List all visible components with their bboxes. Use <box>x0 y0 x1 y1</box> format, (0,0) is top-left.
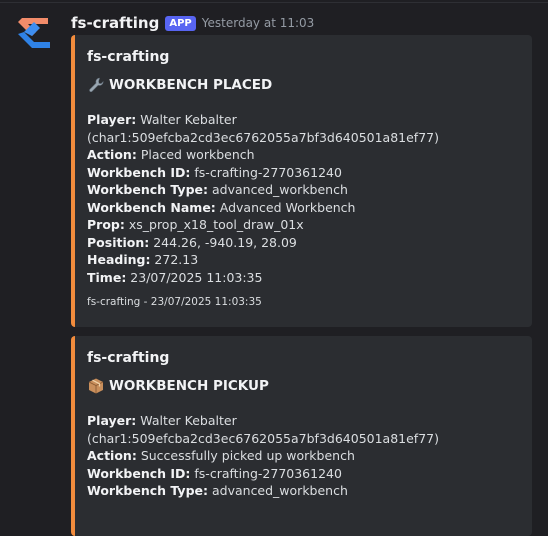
embed-title-text: WORKBENCH PICKUP <box>109 378 269 394</box>
field-row: Player: Walter Kebalter <box>87 412 520 430</box>
field-label: Workbench ID: <box>87 465 191 481</box>
top-divider <box>0 2 548 3</box>
field-row: (char1:509efcba2cd3ec6762055a7bf3d640501… <box>87 430 520 448</box>
field-value: fs-crafting-2770361240 <box>190 164 342 180</box>
field-label: Position: <box>87 234 150 250</box>
field-value: (char1:509efcba2cd3ec6762055a7bf3d640501… <box>87 430 439 446</box>
field-label: Action: <box>87 448 137 463</box>
field-label: Prop: <box>87 217 125 232</box>
field-label: Player: <box>87 112 137 127</box>
field-row: Workbench Type: advanced_workbench <box>87 181 520 199</box>
avatar-bottom-chevron <box>18 32 50 48</box>
embed-author: fs-crafting <box>87 49 170 65</box>
embed-title-text: WORKBENCH PLACED <box>109 77 273 93</box>
field-label: Heading: <box>87 252 151 267</box>
bot-avatar[interactable] <box>14 14 54 54</box>
embed-workbench-pickup: fs-crafting WORKBENCH PICKUP Player: Wal… <box>71 336 532 536</box>
field-row: Player: Walter Kebalter <box>87 111 520 129</box>
field-value: Walter Kebalter <box>136 413 237 428</box>
embed-footer: fs-crafting - 23/07/2025 11:03:35 <box>87 296 262 308</box>
field-label: Action: <box>87 147 137 162</box>
field-value: xs_prop_x18_tool_draw_01x <box>124 217 304 232</box>
field-row: Workbench Type: advanced_workbench <box>87 482 520 500</box>
field-value: advanced_workbench <box>208 483 348 498</box>
field-value: Advanced Workbench <box>215 199 356 215</box>
wrench-icon <box>89 77 104 92</box>
field-value: (char1:509efcba2cd3ec6762055a7bf3d640501… <box>87 129 439 145</box>
app-badge: APP <box>165 15 196 31</box>
embed-author: fs-crafting <box>87 350 170 366</box>
field-value: fs-crafting-2770361240 <box>190 465 342 481</box>
field-label: Workbench Type: <box>87 483 209 498</box>
message-author[interactable]: fs-crafting <box>71 14 159 32</box>
field-row: Action: Placed workbench <box>87 146 520 164</box>
field-value: Successfully picked up workbench <box>136 448 355 463</box>
field-label: Workbench Type: <box>87 182 209 197</box>
field-value: Walter Kebalter <box>136 112 237 127</box>
embed-fields: Player: Walter Kebalter (char1:509efcba2… <box>87 412 520 500</box>
field-value: advanced_workbench <box>208 182 348 197</box>
package-icon <box>88 378 104 394</box>
field-value: 244.26, -940.19, 28.09 <box>149 234 297 250</box>
message-header: fs-crafting APP Yesterday at 11:03 <box>71 13 314 33</box>
field-row: Workbench Name: Advanced Workbench <box>87 199 520 217</box>
embed-title: WORKBENCH PLACED <box>87 75 520 95</box>
field-row: (char1:509efcba2cd3ec6762055a7bf3d640501… <box>87 129 520 147</box>
field-row: Action: Successfully picked up workbench <box>87 447 520 465</box>
field-value: 23/07/2025 11:03:35 <box>126 269 263 285</box>
embed-workbench-placed: fs-crafting WORKBENCH PLACED Player: Wal… <box>71 35 532 327</box>
message-timestamp[interactable]: Yesterday at 11:03 <box>202 16 315 30</box>
field-row: Workbench ID: fs-crafting-2770361240 <box>87 164 520 182</box>
embed-title: WORKBENCH PICKUP <box>87 376 520 396</box>
field-label: Time: <box>87 269 127 285</box>
field-row: Prop: xs_prop_x18_tool_draw_01x <box>87 216 520 234</box>
field-label: Player: <box>87 413 137 428</box>
embed-fields: Player: Walter Kebalter (char1:509efcba2… <box>87 111 520 286</box>
field-label: Workbench Name: <box>87 199 216 215</box>
field-row: Heading: 272.13 <box>87 251 520 269</box>
field-row: Workbench ID: fs-crafting-2770361240 <box>87 465 520 483</box>
field-value: Placed workbench <box>136 147 255 162</box>
field-value: 272.13 <box>150 252 199 267</box>
field-label: Workbench ID: <box>87 164 191 180</box>
field-row: Time: 23/07/2025 11:03:35 <box>87 269 520 287</box>
field-row: Position: 244.26, -940.19, 28.09 <box>87 234 520 252</box>
